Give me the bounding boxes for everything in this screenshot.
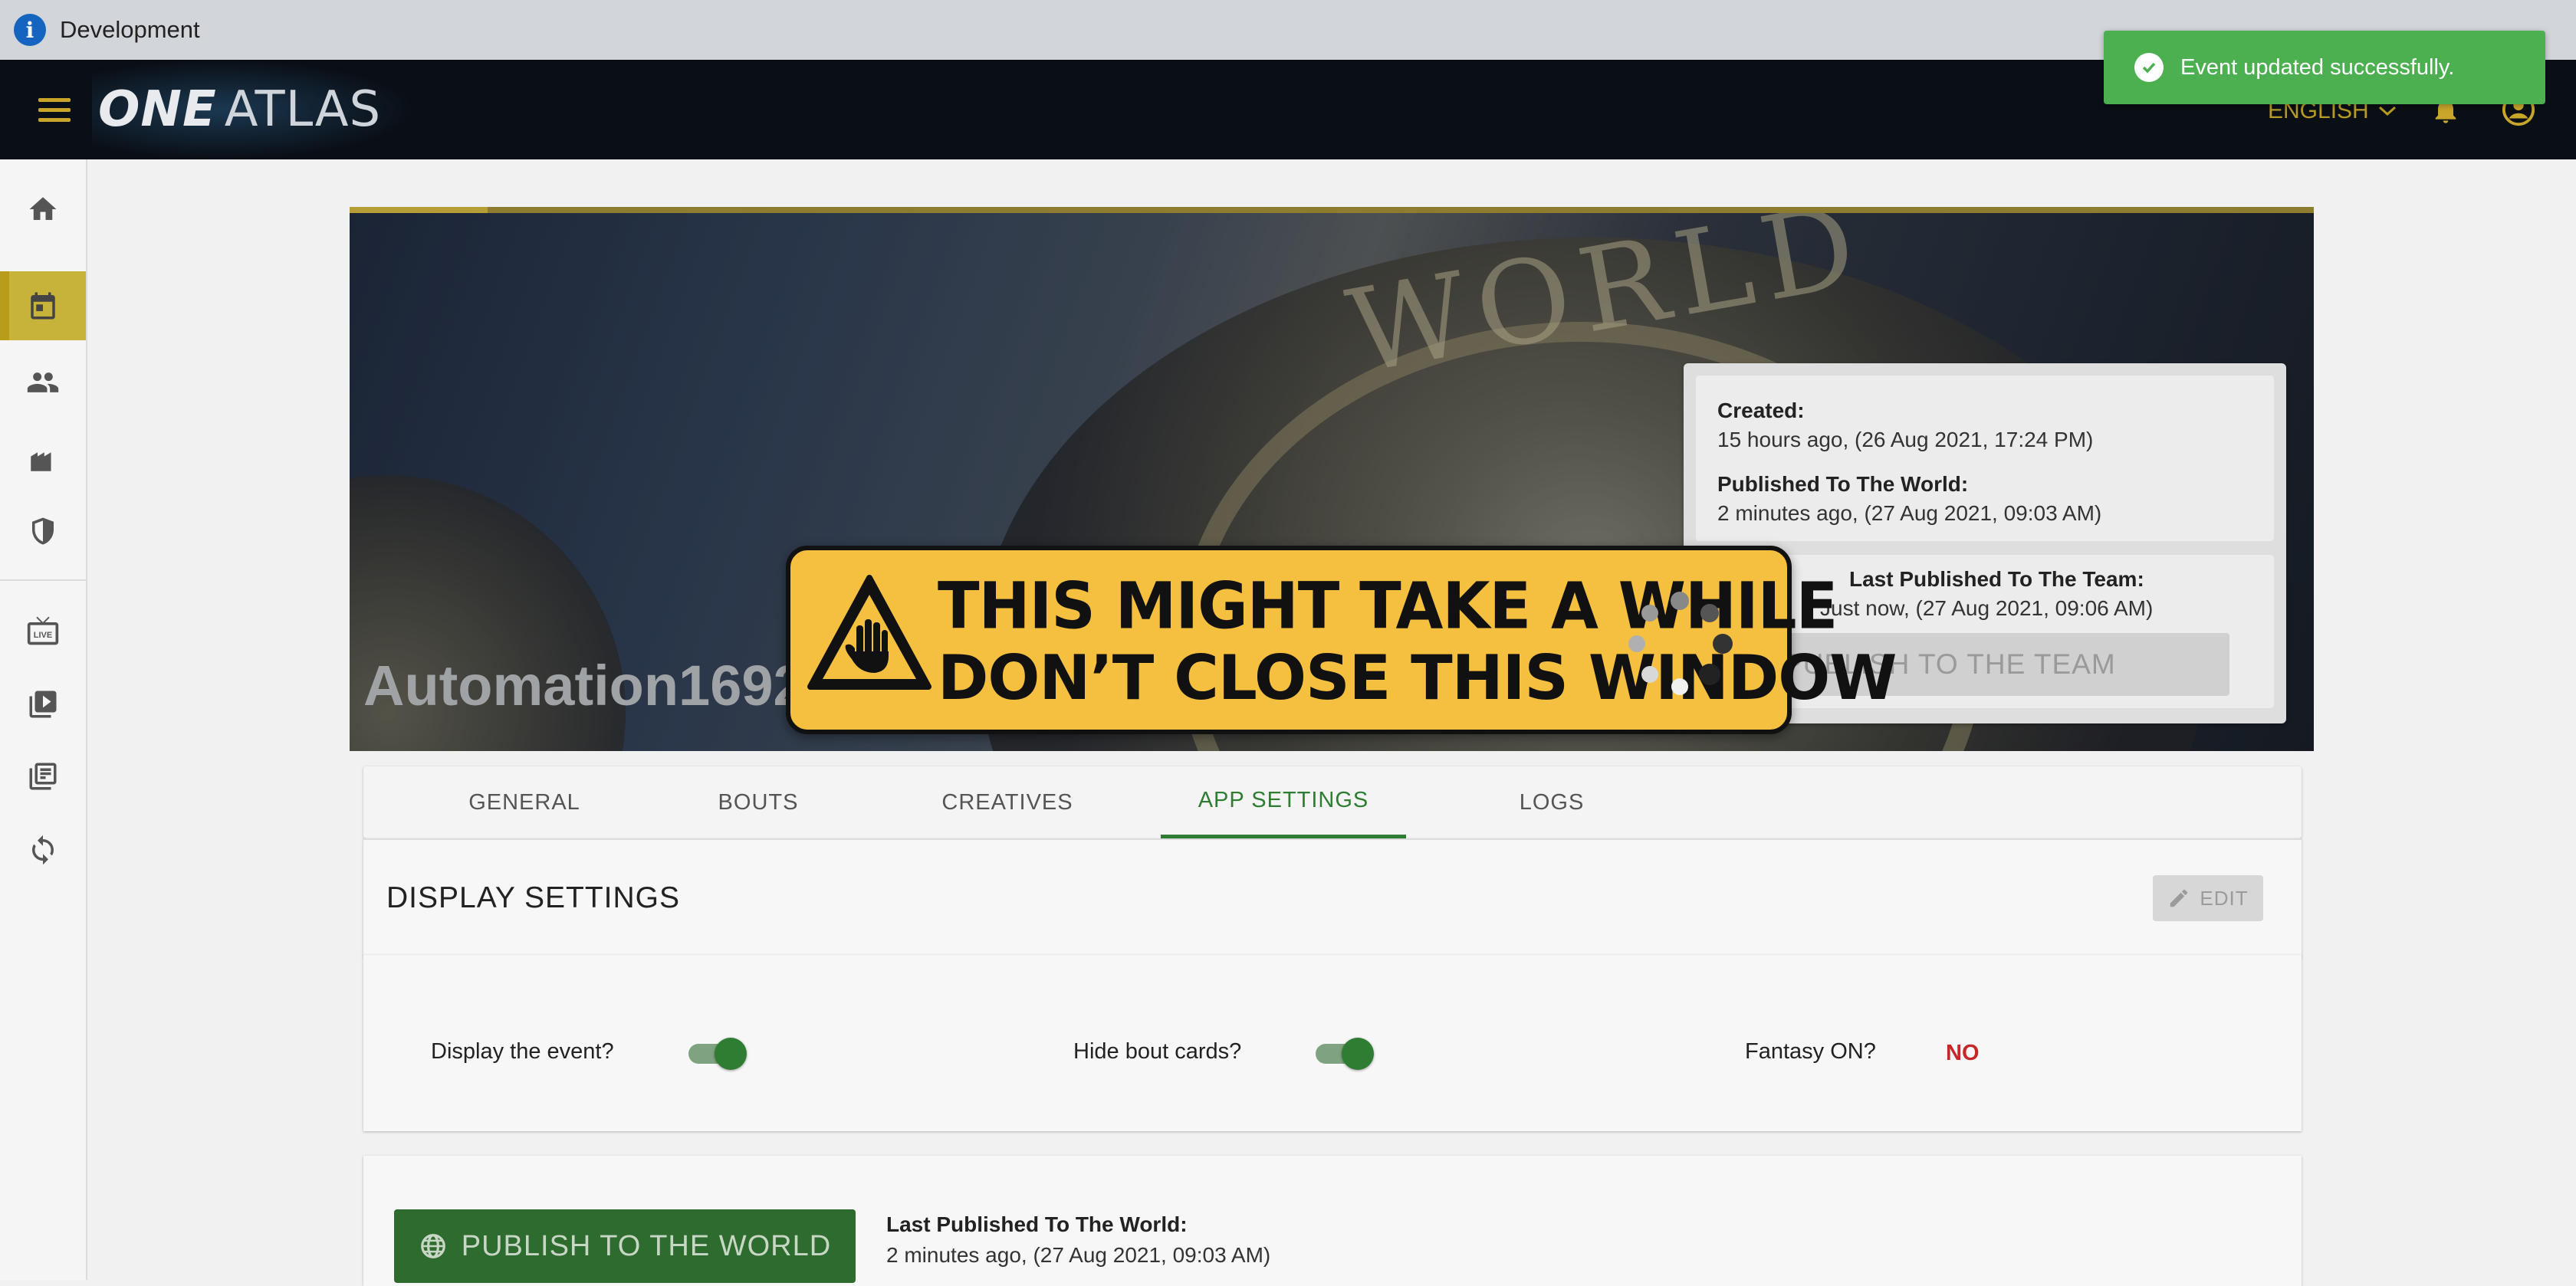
sidebar-item-home[interactable] bbox=[0, 175, 86, 244]
display-settings-title: DISPLAY SETTINGS bbox=[386, 881, 680, 914]
display-settings-body: Display the event? Hide bout cards? Fant… bbox=[363, 955, 2302, 1131]
created-label: Created: bbox=[1717, 399, 1805, 422]
loading-line-2: DON’T CLOSE THIS WINDOW bbox=[938, 642, 1898, 714]
last-published-world-label: Last Published To The World: bbox=[886, 1212, 1188, 1236]
menu-icon[interactable] bbox=[38, 98, 71, 128]
spinner-icon bbox=[1628, 592, 1733, 695]
globe-icon bbox=[420, 1234, 445, 1258]
sidebar-item-videos[interactable] bbox=[0, 670, 86, 739]
sidebar-item-athletes[interactable] bbox=[0, 348, 86, 417]
logo-light-text: ATLAS bbox=[224, 81, 382, 138]
edit-button[interactable]: EDIT bbox=[2153, 875, 2263, 921]
dates-panel: Created: 15 hours ago, (26 Aug 2021, 17:… bbox=[1696, 376, 2274, 541]
chevron-down-icon bbox=[2378, 106, 2396, 116]
loading-modal: THIS MIGHT TAKE A WHILE DON’T CLOSE THIS… bbox=[786, 546, 1898, 734]
fantasy-value: NO bbox=[1946, 1041, 1980, 1065]
check-circle-icon bbox=[2134, 53, 2164, 82]
sidebar: LIVE bbox=[0, 159, 87, 1280]
hide-bout-toggle[interactable] bbox=[1316, 1038, 1374, 1070]
sidebar-item-collections[interactable] bbox=[0, 742, 86, 811]
success-toast: Event updated successfully. bbox=[2104, 31, 2545, 104]
live-tv-icon: LIVE bbox=[27, 616, 59, 645]
team-published-value: Just now, (27 Aug 2021, 09:06 AM) bbox=[1820, 596, 2154, 620]
sync-icon bbox=[32, 835, 54, 865]
tab-creatives[interactable]: CREATIVES bbox=[915, 766, 1099, 838]
people-icon bbox=[27, 372, 59, 392]
tab-general[interactable]: GENERAL bbox=[448, 766, 601, 838]
sidebar-item-venues[interactable] bbox=[0, 425, 86, 494]
published-world-label: Published To The World: bbox=[1717, 472, 1969, 496]
display-settings-header: DISPLAY SETTINGS EDIT bbox=[363, 838, 2302, 956]
logo-bold-text: ONE bbox=[98, 81, 217, 138]
publish-world-card: PUBLISH TO THE WORLD Last Published To T… bbox=[363, 1156, 2302, 1286]
sidebar-divider bbox=[0, 579, 86, 581]
tab-logs[interactable]: LOGS bbox=[1460, 766, 1644, 838]
edit-label: EDIT bbox=[2200, 886, 2249, 910]
sidebar-item-organizations[interactable] bbox=[0, 497, 86, 566]
tab-app-settings[interactable]: APP SETTINGS bbox=[1161, 766, 1406, 838]
published-world-value: 2 minutes ago, (27 Aug 2021, 09:03 AM) bbox=[1717, 501, 2102, 525]
environment-label: Development bbox=[60, 16, 200, 43]
tab-bouts[interactable]: BOUTS bbox=[670, 766, 846, 838]
svg-text:LIVE: LIVE bbox=[34, 631, 52, 640]
calendar-icon bbox=[31, 292, 55, 320]
event-tabs: GENERAL BOUTS CREATIVES APP SETTINGS LOG… bbox=[363, 766, 2302, 838]
sidebar-item-live[interactable]: LIVE bbox=[0, 596, 86, 665]
team-published-label: Last Published To The Team: bbox=[1849, 567, 2144, 591]
collections-icon bbox=[29, 763, 57, 790]
fantasy-label: Fantasy ON? bbox=[1745, 1039, 1876, 1064]
info-icon: i bbox=[14, 14, 46, 46]
last-published-world-value: 2 minutes ago, (27 Aug 2021, 09:03 AM) bbox=[886, 1243, 1271, 1267]
app-logo[interactable]: ONE ATLAS bbox=[98, 81, 381, 138]
display-event-toggle[interactable] bbox=[688, 1038, 747, 1070]
home-icon bbox=[29, 197, 57, 220]
video-library-icon bbox=[29, 691, 57, 718]
sidebar-item-events[interactable] bbox=[0, 271, 86, 340]
publish-to-world-button[interactable]: PUBLISH TO THE WORLD bbox=[394, 1209, 856, 1283]
venue-icon bbox=[31, 452, 51, 471]
pencil-icon bbox=[2170, 889, 2188, 907]
hand-stop-icon bbox=[807, 575, 932, 690]
sidebar-item-sync[interactable] bbox=[0, 815, 86, 884]
hide-bout-label: Hide bout cards? bbox=[1073, 1039, 1242, 1064]
toast-message: Event updated successfully. bbox=[2180, 54, 2455, 80]
publish-world-label: PUBLISH TO THE WORLD bbox=[461, 1229, 832, 1262]
shield-icon bbox=[32, 517, 54, 545]
created-value: 15 hours ago, (26 Aug 2021, 17:24 PM) bbox=[1717, 428, 2094, 451]
display-event-label: Display the event? bbox=[431, 1039, 614, 1064]
